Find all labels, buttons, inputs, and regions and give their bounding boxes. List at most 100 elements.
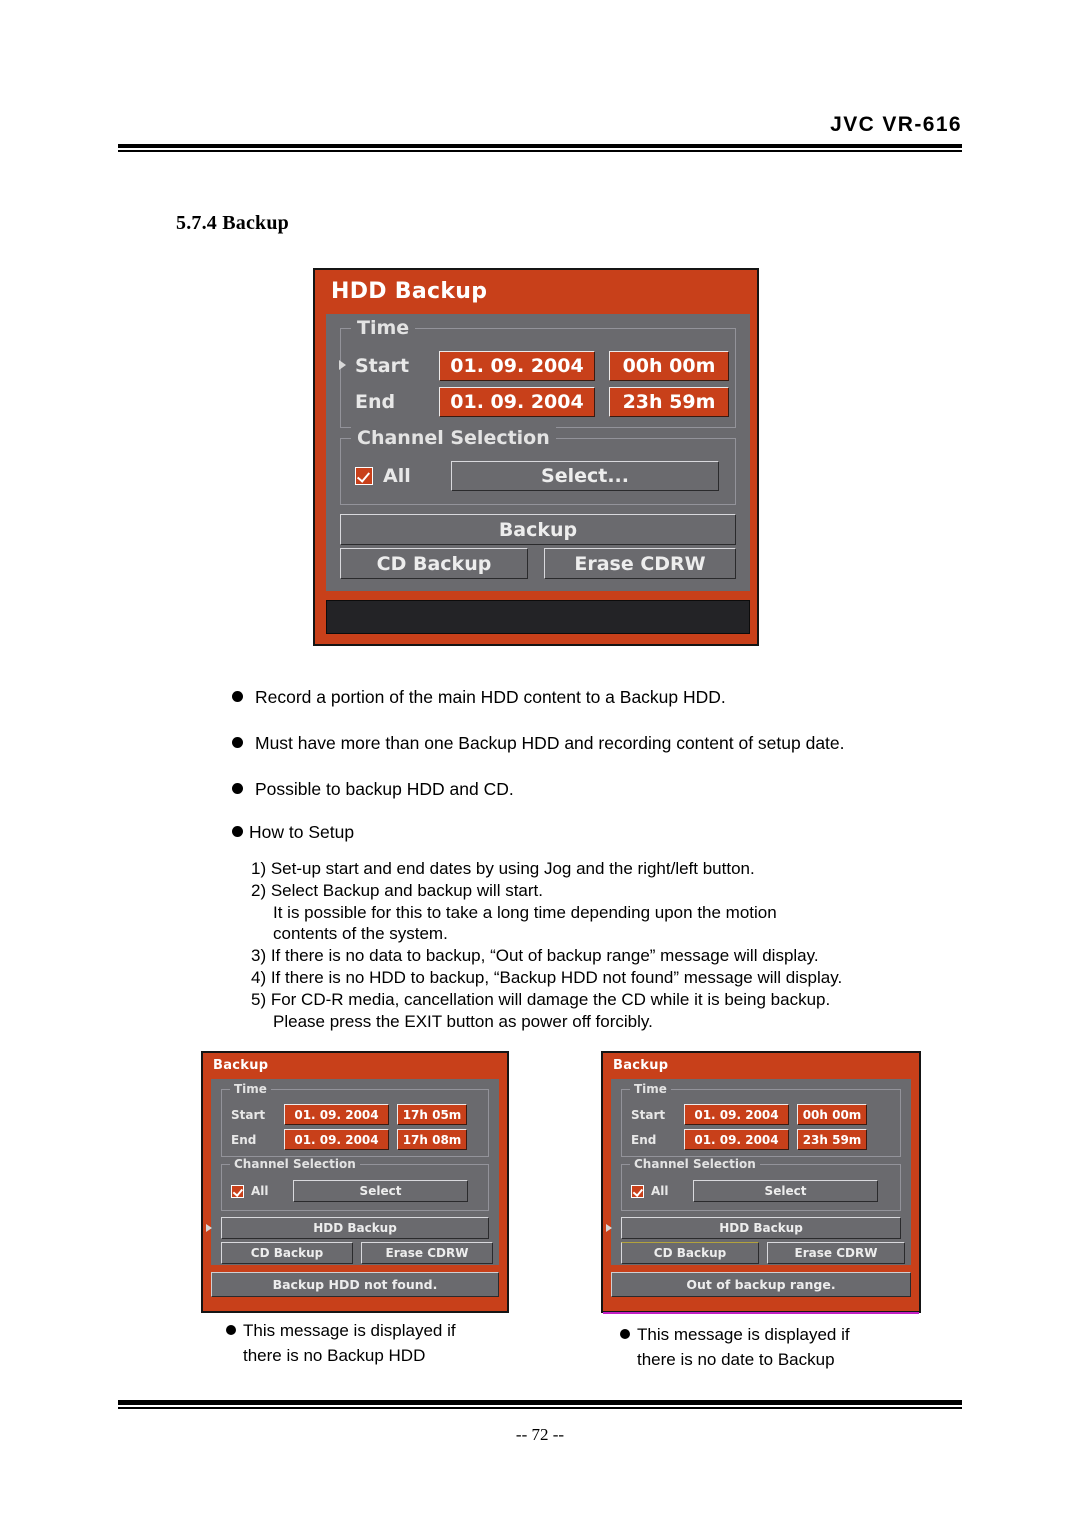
step-text: 5) For CD-R media, cancellation will dam… <box>251 989 831 1009</box>
caption-line-2: there is no date to Backup <box>637 1350 835 1369</box>
end-label: End <box>231 1132 257 1147</box>
dialog-title: Backup <box>213 1058 269 1073</box>
erase-cdrw-button[interactable]: Erase CDRW <box>767 1242 905 1264</box>
cd-backup-button[interactable]: CD Backup <box>340 548 528 579</box>
list-item: 1) Set-up start and end dates by using J… <box>251 858 991 880</box>
start-time-field[interactable]: 17h 05m <box>397 1104 467 1125</box>
step-text: 1) Set-up start and end dates by using J… <box>251 859 755 878</box>
hdd-backup-button[interactable]: HDD Backup <box>621 1217 901 1239</box>
channel-selection-fieldset: Channel Selection All Select <box>221 1157 489 1211</box>
page-title: JVC VR-616 <box>830 113 962 136</box>
list-item: 2) Select Backup and backup will start. … <box>251 880 991 945</box>
select-channels-button[interactable]: Select... <box>451 461 719 491</box>
start-label: Start <box>355 355 410 377</box>
status-bar <box>326 600 750 634</box>
end-date-field[interactable]: 01. 09. 2004 <box>284 1129 389 1150</box>
select-channels-button[interactable]: Select <box>693 1180 878 1202</box>
start-label: Start <box>631 1107 666 1122</box>
time-fieldset: Time Start 01. 09. 2004 00h 00m End 01. … <box>339 317 736 428</box>
channel-selection-legend: Channel Selection <box>230 1157 360 1171</box>
dialog-title: Backup <box>613 1058 669 1073</box>
scan-artifact-line <box>603 1312 919 1314</box>
start-time-field[interactable]: 00h 00m <box>797 1104 867 1125</box>
time-fieldset: Time Start 01. 09. 2004 00h 00m End 01. … <box>621 1082 901 1157</box>
time-fieldset: Time Start 01. 09. 2004 17h 05m End 01. … <box>221 1082 489 1157</box>
erase-cdrw-button[interactable]: Erase CDRW <box>544 548 736 579</box>
step-subtext: Please press the EXIT button as power of… <box>273 1011 653 1031</box>
bullet-dot-icon <box>232 691 243 702</box>
all-channels-checkbox[interactable] <box>231 1184 244 1198</box>
bullet-dot-icon <box>232 826 243 837</box>
bullet-text: Possible to backup HDD and CD. <box>255 779 514 799</box>
selection-cursor-icon <box>606 1224 612 1232</box>
list-item: Must have more than one Backup HDD and r… <box>232 732 972 754</box>
bullet-dot-icon <box>620 1329 630 1339</box>
time-legend: Time <box>230 1082 271 1096</box>
hdd-backup-button[interactable]: HDD Backup <box>221 1217 489 1239</box>
page-number: -- 72 -- <box>515 1425 565 1444</box>
step-subtext: It is possible for this to take a long t… <box>273 902 777 922</box>
backup-dialog-hdd-not-found: Backup Time Start 01. 09. 2004 17h 05m E… <box>201 1051 509 1313</box>
cd-backup-button[interactable]: CD Backup <box>221 1242 353 1264</box>
time-legend: Time <box>351 317 416 339</box>
bullet-text: Record a portion of the main HDD content… <box>255 687 726 707</box>
all-channels-checkbox[interactable] <box>355 467 373 485</box>
start-time-field[interactable]: 00h 00m <box>609 351 729 381</box>
status-bar: Out of backup range. <box>611 1272 911 1297</box>
selection-cursor-icon <box>339 360 346 370</box>
end-time-field[interactable]: 23h 59m <box>609 387 729 417</box>
list-item: Record a portion of the main HDD content… <box>232 686 972 708</box>
end-date-field[interactable]: 01. 09. 2004 <box>684 1129 789 1150</box>
channel-selection-fieldset: Channel Selection All Select <box>621 1157 901 1211</box>
bullet-dot-icon <box>232 783 243 794</box>
list-item: 5) For CD-R media, cancellation will dam… <box>251 989 991 1033</box>
bullet-dot-icon <box>232 737 243 748</box>
all-channels-checkbox[interactable] <box>631 1184 644 1198</box>
left-dialog-caption: This message is displayed if there is no… <box>226 1318 556 1368</box>
step-subtext: contents of the system. <box>273 924 448 944</box>
bullet-text: Must have more than one Backup HDD and r… <box>255 733 845 753</box>
channel-selection-fieldset: Channel Selection All Select... <box>340 427 736 505</box>
dialog-body: Time Start 01. 09. 2004 00h 00m End 01. … <box>606 1079 911 1265</box>
time-legend: Time <box>630 1082 671 1096</box>
end-label: End <box>631 1132 657 1147</box>
all-label: All <box>251 1184 269 1198</box>
list-item: Possible to backup HDD and CD. <box>232 778 972 800</box>
page-header: JVC VR-616 <box>118 112 962 152</box>
dialog-body: Time Start 01. 09. 2004 00h 00m End 01. … <box>326 314 750 591</box>
start-date-field[interactable]: 01. 09. 2004 <box>284 1104 389 1125</box>
end-date-field[interactable]: 01. 09. 2004 <box>439 387 595 417</box>
feature-bullet-list: Record a portion of the main HDD content… <box>232 686 972 824</box>
header-rule <box>118 144 962 152</box>
select-channels-button[interactable]: Select <box>293 1180 468 1202</box>
step-text: 4) If there is no HDD to backup, “Backup… <box>251 967 843 987</box>
footer-rule <box>118 1400 962 1409</box>
hdd-backup-dialog: HDD Backup Time Start 01. 09. 2004 00h 0… <box>313 268 759 646</box>
list-item: 3) If there is no data to backup, “Out o… <box>251 945 991 967</box>
caption-line-1: This message is displayed if <box>637 1325 850 1344</box>
backup-dialog-out-of-range: Backup Time Start 01. 09. 2004 00h 00m E… <box>601 1051 921 1314</box>
dialog-body: Time Start 01. 09. 2004 17h 05m End 01. … <box>206 1079 499 1265</box>
cd-backup-button[interactable]: CD Backup <box>621 1242 759 1264</box>
end-time-field[interactable]: 23h 59m <box>797 1129 867 1150</box>
start-label: Start <box>231 1107 266 1122</box>
end-time-field[interactable]: 17h 08m <box>397 1129 467 1150</box>
how-to-setup-heading: How to Setup <box>232 822 354 843</box>
end-label: End <box>355 391 396 413</box>
channel-selection-legend: Channel Selection <box>351 427 556 449</box>
start-date-field[interactable]: 01. 09. 2004 <box>439 351 595 381</box>
erase-cdrw-button[interactable]: Erase CDRW <box>361 1242 493 1264</box>
bullet-dot-icon <box>226 1325 236 1335</box>
how-to-setup-label: How to Setup <box>249 822 355 842</box>
status-bar: Backup HDD not found. <box>211 1272 499 1297</box>
all-label: All <box>383 465 411 487</box>
step-text: 3) If there is no data to backup, “Out o… <box>251 946 819 966</box>
start-date-field[interactable]: 01. 09. 2004 <box>684 1104 789 1125</box>
caption-line-2: there is no Backup HDD <box>243 1346 426 1365</box>
backup-button[interactable]: Backup <box>340 514 736 545</box>
list-item: 4) If there is no HDD to backup, “Backup… <box>251 967 991 989</box>
selection-cursor-icon <box>206 1224 212 1232</box>
section-heading: 5.7.4 Backup <box>176 212 289 234</box>
right-dialog-caption: This message is displayed if there is no… <box>620 1322 960 1372</box>
setup-steps-list: 1) Set-up start and end dates by using J… <box>251 858 991 1032</box>
